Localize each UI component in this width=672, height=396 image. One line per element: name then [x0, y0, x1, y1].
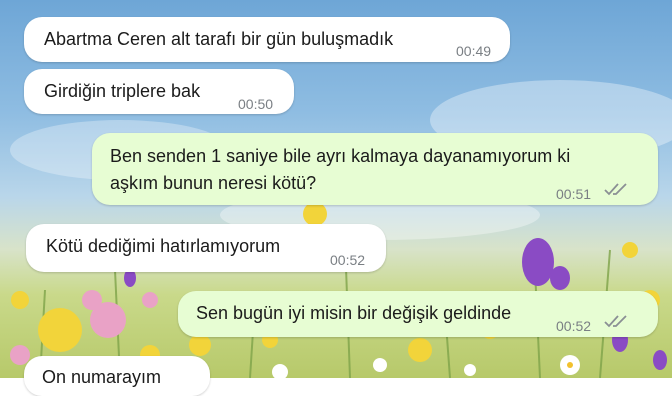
- incoming-message-bubble[interactable]: Girdiğin triplere bak 00:50: [24, 69, 294, 114]
- message-text: Girdiğin triplere bak: [44, 81, 201, 101]
- outgoing-message-bubble[interactable]: Ben senden 1 saniye bile ayrı kalmaya da…: [92, 133, 658, 205]
- message-text: Sen bugün iyi misin bir değişik geldinde: [196, 303, 512, 323]
- message-text: On numarayım: [42, 367, 162, 387]
- outgoing-message-bubble[interactable]: Sen bugün iyi misin bir değişik geldinde…: [178, 291, 658, 337]
- message-time: 00:50: [238, 96, 274, 112]
- incoming-message-bubble[interactable]: On numarayım: [24, 356, 210, 396]
- read-receipt-icon: [604, 183, 627, 196]
- incoming-message-bubble[interactable]: Abartma Ceren alt tarafı bir gün buluşma…: [24, 17, 510, 62]
- message-time: 00:52: [330, 252, 366, 268]
- message-text: Abartma Ceren alt tarafı bir gün buluşma…: [44, 29, 394, 49]
- read-receipt-icon: [604, 315, 627, 328]
- message-time: 00:49: [456, 43, 492, 59]
- message-time: 00:52: [556, 318, 592, 334]
- message-text-line-1: Ben senden 1 saniye bile ayrı kalmaya da…: [110, 146, 571, 166]
- incoming-message-bubble[interactable]: Kötü dediğimi hatırlamıyorum 00:52: [26, 224, 386, 272]
- message-text-line-2: aşkım bunun neresi kötü?: [110, 173, 317, 193]
- message-time: 00:51: [556, 186, 592, 202]
- message-text: Kötü dediğimi hatırlamıyorum: [46, 236, 281, 256]
